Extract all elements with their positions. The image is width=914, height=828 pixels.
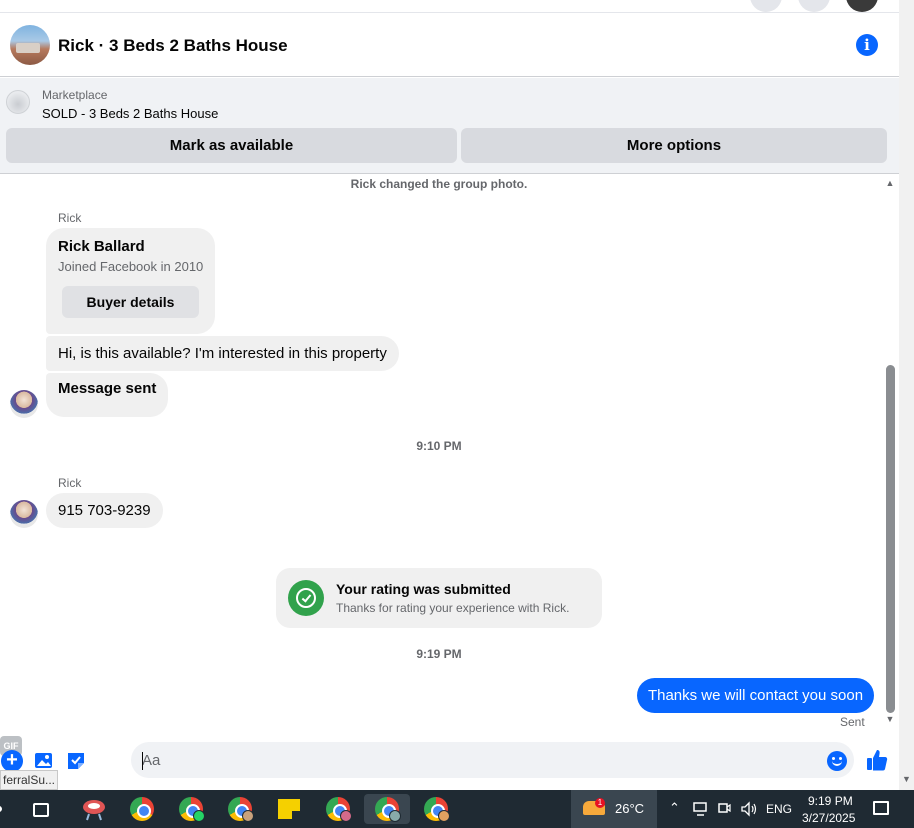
- chrome-icon[interactable]: [127, 794, 157, 824]
- windows-taskbar: 1 26°C ⌃ ENG 9:19 PM 3/27/2025: [0, 790, 914, 828]
- chrome-profile-icon[interactable]: [323, 794, 353, 824]
- scroll-down-arrow-icon[interactable]: ▼: [884, 714, 896, 726]
- clock-date[interactable]: 3/27/2025: [802, 811, 855, 825]
- emoji-icon[interactable]: [827, 751, 847, 771]
- timestamp: 9:19 PM: [416, 647, 462, 661]
- rating-title: Your rating was submitted: [336, 581, 511, 597]
- system-message: Rick changed the group photo.: [350, 177, 528, 191]
- chat-header: Rick · 3 Beds 2 Baths House i: [0, 14, 899, 77]
- group-avatar[interactable]: [10, 25, 50, 65]
- clock-time[interactable]: 9:19 PM: [808, 794, 853, 808]
- sent-status: Sent: [840, 715, 865, 729]
- notification-icon[interactable]: [873, 801, 889, 815]
- top-strip: [0, 0, 914, 13]
- sender-avatar[interactable]: [10, 390, 38, 418]
- message-bubble[interactable]: 915 703-9239: [46, 493, 163, 528]
- rating-submitted-card: Your rating was submitted Thanks for rat…: [276, 568, 602, 628]
- temperature: 26°C: [615, 801, 645, 816]
- message-bubble[interactable]: Hi, is this available? I'm interested in…: [46, 336, 399, 371]
- language-indicator[interactable]: ENG: [766, 802, 792, 816]
- sender-name: Rick: [58, 211, 82, 225]
- top-nav-button[interactable]: [750, 0, 782, 12]
- chrome-active-icon[interactable]: [364, 794, 410, 824]
- buyer-card: Rick Ballard Joined Facebook in 2010 Buy…: [46, 228, 215, 334]
- timestamp: 9:10 PM: [416, 439, 462, 453]
- app-icon[interactable]: [79, 794, 109, 824]
- buyer-name: Rick Ballard: [58, 238, 145, 255]
- image-icon[interactable]: [33, 750, 55, 772]
- chevron-up-icon[interactable]: ⌃: [669, 801, 680, 816]
- weather-widget[interactable]: 1 26°C: [571, 790, 657, 828]
- task-view-icon[interactable]: [33, 803, 49, 817]
- taskbar-tooltip: ferralSu...: [0, 770, 58, 790]
- like-icon[interactable]: [866, 748, 888, 772]
- meet-now-icon[interactable]: [717, 802, 731, 816]
- page-scrollbar[interactable]: [899, 0, 914, 790]
- sticky-notes-icon[interactable]: [274, 794, 304, 824]
- page-scroll-down-icon[interactable]: ▼: [899, 774, 914, 786]
- message-input[interactable]: [131, 742, 854, 778]
- outgoing-message-bubble[interactable]: Thanks we will contact you soon: [637, 678, 874, 713]
- text-cursor: [142, 752, 143, 770]
- scroll-up-arrow-icon[interactable]: ▲: [884, 178, 896, 190]
- more-options-button[interactable]: More options: [461, 128, 887, 163]
- marketplace-panel: Marketplace SOLD - 3 Beds 2 Baths House …: [0, 78, 899, 174]
- marketplace-label: Marketplace: [42, 88, 108, 102]
- rating-subtitle: Thanks for rating your experience with R…: [336, 601, 570, 615]
- profile-avatar[interactable]: [846, 0, 878, 12]
- buyer-joined: Joined Facebook in 2010: [58, 259, 204, 274]
- chrome-whatsapp-icon[interactable]: [176, 794, 206, 824]
- plus-icon[interactable]: +: [1, 750, 23, 772]
- network-icon[interactable]: [693, 802, 709, 816]
- top-nav-button[interactable]: [798, 0, 830, 12]
- message-list: Rick changed the group photo. Rick Rick …: [0, 175, 884, 735]
- message-bubble[interactable]: Message sent: [46, 373, 169, 417]
- chrome-profile-icon[interactable]: [421, 794, 451, 824]
- sender-name: Rick: [58, 476, 82, 490]
- sticker-icon[interactable]: [65, 750, 87, 772]
- listing-thumbnail[interactable]: [6, 90, 30, 114]
- sender-avatar[interactable]: [10, 500, 38, 528]
- info-icon[interactable]: i: [856, 34, 878, 56]
- volume-icon[interactable]: [740, 801, 758, 817]
- chat-title[interactable]: Rick · 3 Beds 2 Baths House: [58, 36, 288, 56]
- weather-badge: 1: [595, 798, 605, 808]
- check-circle-icon: [288, 580, 324, 616]
- listing-title[interactable]: SOLD - 3 Beds 2 Baths House: [42, 106, 218, 121]
- message-composer: + GIF: [0, 736, 899, 790]
- buyer-details-button[interactable]: Buyer details: [62, 286, 199, 318]
- chrome-profile-icon[interactable]: [225, 794, 255, 824]
- chat-scrollbar-thumb[interactable]: [886, 365, 895, 713]
- messenger-window: Rick · 3 Beds 2 Baths House i Marketplac…: [0, 0, 914, 828]
- mark-as-available-button[interactable]: Mark as available: [6, 128, 457, 163]
- start-button[interactable]: [0, 794, 6, 824]
